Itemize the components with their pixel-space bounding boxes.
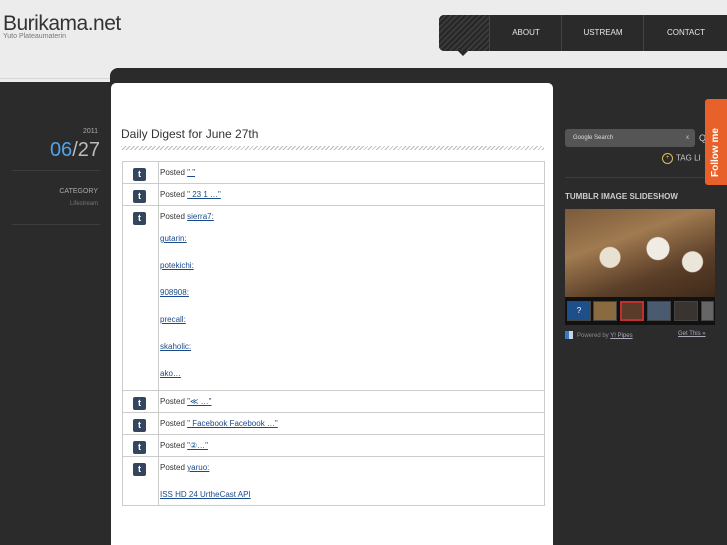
post-month: 06 bbox=[49, 139, 73, 161]
info-icon[interactable]: ? bbox=[567, 301, 591, 321]
search-placeholder: Google Search bbox=[573, 135, 614, 141]
slideshow-title: TUMBLR IMAGE SLIDESHOW bbox=[565, 192, 678, 201]
slideshow-thumbnail[interactable] bbox=[620, 301, 644, 321]
sidebar: Google Search x Q + TAG LI TUMBLR IMAGE S… bbox=[565, 84, 727, 545]
nav-pointer-arrow bbox=[458, 51, 468, 56]
tag-list-label: TAG LI bbox=[676, 153, 701, 163]
digest-entry: t Posted " " bbox=[123, 162, 544, 184]
entry-prefix: Posted bbox=[160, 441, 188, 450]
entry-link[interactable]: " Facebook Facebook …" bbox=[187, 419, 278, 428]
entry-prefix: Posted bbox=[160, 463, 188, 472]
follow-me-label: Follow me bbox=[710, 128, 721, 177]
tumblr-icon[interactable]: t bbox=[133, 168, 146, 181]
entry-sublink[interactable]: 908908: bbox=[160, 288, 189, 297]
digest-entry: t Posted "②…" bbox=[123, 435, 544, 457]
main-nav: ABOUT USTREAM CONTACT bbox=[439, 15, 727, 56]
entry-sublink[interactable]: gutarin: bbox=[160, 234, 187, 243]
entry-sublink[interactable]: potekichi: bbox=[160, 261, 194, 270]
post-day: 27 bbox=[77, 139, 100, 161]
nav-ustream[interactable]: USTREAM bbox=[561, 15, 644, 51]
digest-entry: t Posted yaruo: ISS HD 24 UrtheCast API bbox=[123, 457, 544, 506]
entry-sublink[interactable]: precall: bbox=[160, 315, 186, 324]
tag-list-toggle[interactable]: + TAG LI bbox=[662, 153, 701, 164]
digest-entry: t Posted sierra7: gutarin: potekichi: 90… bbox=[123, 206, 544, 391]
clear-icon[interactable]: x bbox=[686, 129, 689, 147]
nav-about[interactable]: ABOUT bbox=[489, 15, 562, 51]
tumblr-icon[interactable]: t bbox=[133, 190, 146, 203]
slideshow-thumbnail[interactable] bbox=[701, 301, 714, 321]
tumblr-icon[interactable]: t bbox=[133, 463, 146, 476]
nav-contact[interactable]: CONTACT bbox=[643, 15, 727, 51]
slideshow-thumbnail[interactable] bbox=[674, 301, 698, 321]
post-content: Daily Digest for June 27th t Posted " " … bbox=[111, 83, 553, 545]
tumblr-icon[interactable]: t bbox=[133, 397, 146, 410]
search-input[interactable]: Google Search x bbox=[565, 129, 695, 147]
powered-text: Powered by bbox=[577, 333, 609, 339]
nav-home-stripe[interactable] bbox=[439, 15, 489, 51]
digest-entry: t Posted " Facebook Facebook …" bbox=[123, 413, 544, 435]
slideshow-thumbnail[interactable] bbox=[647, 301, 671, 321]
entry-prefix: Posted bbox=[160, 397, 188, 406]
entry-prefix: Posted bbox=[160, 212, 188, 221]
pipes-link[interactable]: Y! Pipes bbox=[610, 333, 632, 339]
entry-sublink[interactable]: skaholic: bbox=[160, 342, 191, 351]
site-tagline: Yuto Plateaumaterin bbox=[3, 33, 67, 40]
entry-sublink[interactable]: ISS HD 24 UrtheCast API bbox=[160, 490, 251, 499]
entry-link[interactable]: " " bbox=[187, 168, 195, 177]
entry-link[interactable]: "②…" bbox=[187, 441, 208, 450]
get-this-link[interactable]: Get This » bbox=[678, 331, 706, 337]
entry-sublink[interactable]: ako… bbox=[160, 369, 181, 378]
entry-link[interactable]: " 23 1 …" bbox=[187, 190, 221, 199]
entry-prefix: Posted bbox=[160, 190, 188, 199]
pipes-icon bbox=[565, 331, 573, 339]
post-title[interactable]: Daily Digest for June 27th bbox=[121, 127, 258, 141]
post-year: 2011 bbox=[82, 128, 98, 135]
entry-link[interactable]: "≪ …" bbox=[187, 397, 211, 406]
tumblr-icon[interactable]: t bbox=[133, 212, 146, 225]
slideshow-thumbnail[interactable] bbox=[593, 301, 617, 321]
category-value[interactable]: Lifestream bbox=[70, 201, 98, 207]
entry-link[interactable]: sierra7: bbox=[187, 212, 214, 221]
sidebar-divider bbox=[565, 177, 727, 178]
entry-link[interactable]: yaruo: bbox=[187, 463, 209, 472]
meta-divider bbox=[12, 224, 100, 225]
digest-list: t Posted " " t Posted " 23 1 …" t Posted… bbox=[122, 161, 545, 506]
category-label: CATEGORY bbox=[59, 188, 98, 195]
tumblr-icon[interactable]: t bbox=[133, 441, 146, 454]
plus-icon: + bbox=[662, 153, 673, 164]
entry-prefix: Posted bbox=[160, 419, 188, 428]
digest-entry: t Posted " 23 1 …" bbox=[123, 184, 544, 206]
follow-me-badge[interactable]: Follow me bbox=[705, 99, 727, 185]
post-meta-column: 2011 06/27 CATEGORY Lifestream bbox=[0, 84, 110, 545]
post-date: 06/27 bbox=[49, 139, 100, 161]
tumblr-icon[interactable]: t bbox=[133, 419, 146, 432]
digest-entry: t Posted "≪ …" bbox=[123, 391, 544, 413]
entry-prefix: Posted bbox=[160, 168, 188, 177]
slideshow-image[interactable] bbox=[565, 209, 715, 297]
slideshow-thumbnails: ? bbox=[565, 297, 715, 325]
meta-divider bbox=[12, 170, 100, 171]
title-underline bbox=[121, 146, 544, 150]
